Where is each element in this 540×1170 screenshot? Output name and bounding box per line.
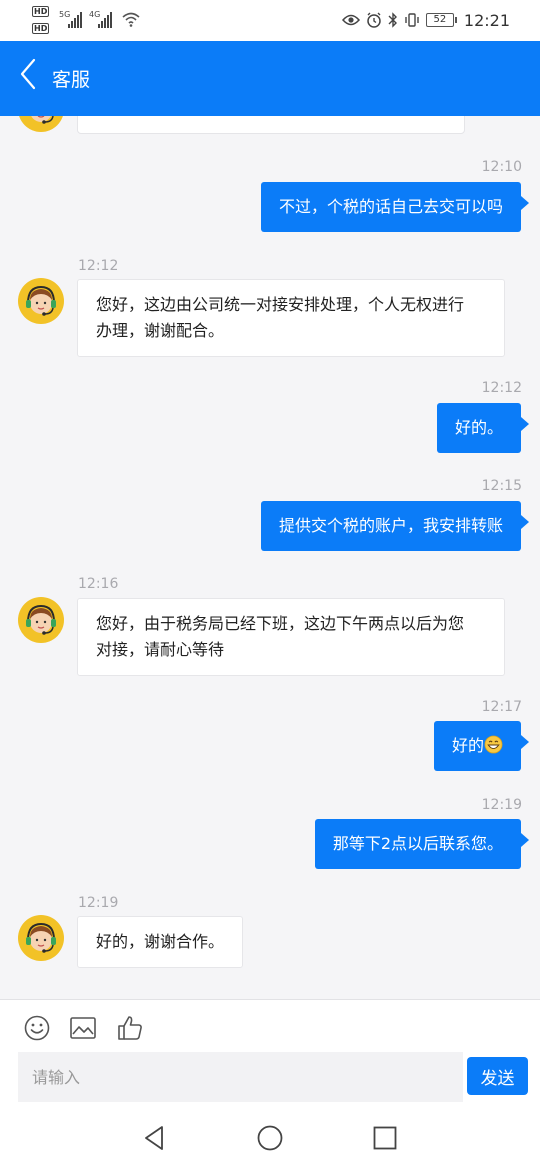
signal-bars-1-icon xyxy=(68,12,82,28)
agent-avatar-icon xyxy=(19,116,63,132)
message-time: 12:19 xyxy=(481,797,522,813)
eye-icon xyxy=(341,14,360,26)
message-time: 12:10 xyxy=(481,159,522,175)
chevron-left-icon[interactable] xyxy=(14,57,44,91)
outgoing-message-bubble[interactable]: 好的。 xyxy=(436,403,530,453)
hd-badge-2: HD xyxy=(32,23,50,34)
status-right: 52 12:21 xyxy=(341,8,510,32)
signal-indicators: HD HD 5G 4G xyxy=(32,6,142,36)
system-nav-bar xyxy=(0,1102,540,1170)
wifi-icon xyxy=(122,12,140,27)
send-button[interactable]: 发送 xyxy=(467,1057,528,1095)
recents-square-icon[interactable] xyxy=(371,1124,399,1152)
message-time: 12:12 xyxy=(481,380,522,396)
smiley-icon[interactable] xyxy=(23,1014,51,1042)
incoming-message-bubble[interactable]: 您好，由于税务局已经下班，这边下午两点以后为您 对接，请耐心等待 xyxy=(77,598,505,676)
outgoing-message-bubble[interactable]: 提供交个税的账户，我安排转账 xyxy=(260,501,530,551)
outgoing-message-bubble[interactable]: 不过，个税的话自己去交可以吗 xyxy=(260,182,530,232)
hd-badge-1: HD xyxy=(32,6,50,17)
status-bar: HD HD 5G 4G 52 12:21 xyxy=(0,0,540,41)
message-line: 您好，由于税务局已经下班，这边下午两点以后为您 xyxy=(96,614,465,633)
status-time: 12:21 xyxy=(463,10,510,30)
agent-avatar-icon xyxy=(18,915,64,961)
message-line: 对接，请耐心等待 xyxy=(96,640,225,659)
message-line: 办理，谢谢配合。 xyxy=(96,321,225,340)
grinning-face-emoji-icon xyxy=(484,735,503,754)
outgoing-message-bubble[interactable]: 那等下2点以后联系您。 xyxy=(314,819,530,869)
message-time: 12:19 xyxy=(78,895,119,911)
composer: 发送 xyxy=(0,999,540,1102)
message-line: 好的，谢谢合作。 xyxy=(96,932,225,951)
agent-avatar-icon xyxy=(18,278,64,324)
back-triangle-icon[interactable] xyxy=(141,1124,169,1152)
agent-avatar-icon xyxy=(18,597,64,643)
alarm-icon xyxy=(366,12,382,28)
bluetooth-icon xyxy=(388,12,398,28)
image-icon[interactable] xyxy=(69,1014,97,1042)
message-line: 您好，这边由公司统一对接安排处理，个人无权进行 xyxy=(96,295,465,314)
previous-message-bubble xyxy=(77,116,465,134)
outgoing-message-bubble[interactable]: 好的 xyxy=(433,721,530,771)
vibrate-icon xyxy=(404,12,420,28)
message-time: 12:15 xyxy=(481,478,522,494)
chat-area[interactable]: 12:10 不过，个税的话自己去交可以吗 12:12 您好，这边由公司统一对接安… xyxy=(0,116,540,1000)
home-circle-icon[interactable] xyxy=(256,1124,284,1152)
message-time: 12:16 xyxy=(78,576,119,592)
incoming-message-bubble[interactable]: 您好，这边由公司统一对接安排处理，个人无权进行 办理，谢谢配合。 xyxy=(77,279,505,357)
thumbs-up-icon[interactable] xyxy=(116,1014,144,1042)
back-button[interactable] xyxy=(14,57,44,91)
incoming-message-bubble[interactable]: 好的，谢谢合作。 xyxy=(77,916,244,968)
message-text: 好的 xyxy=(451,736,484,755)
message-time: 12:17 xyxy=(481,699,522,715)
app-header: 客服 xyxy=(0,41,540,116)
message-time: 12:12 xyxy=(78,258,119,274)
message-input[interactable] xyxy=(18,1052,463,1102)
page-title: 客服 xyxy=(52,69,91,91)
battery-indicator: 52 xyxy=(425,13,457,27)
signal-bars-2-icon xyxy=(98,12,112,28)
